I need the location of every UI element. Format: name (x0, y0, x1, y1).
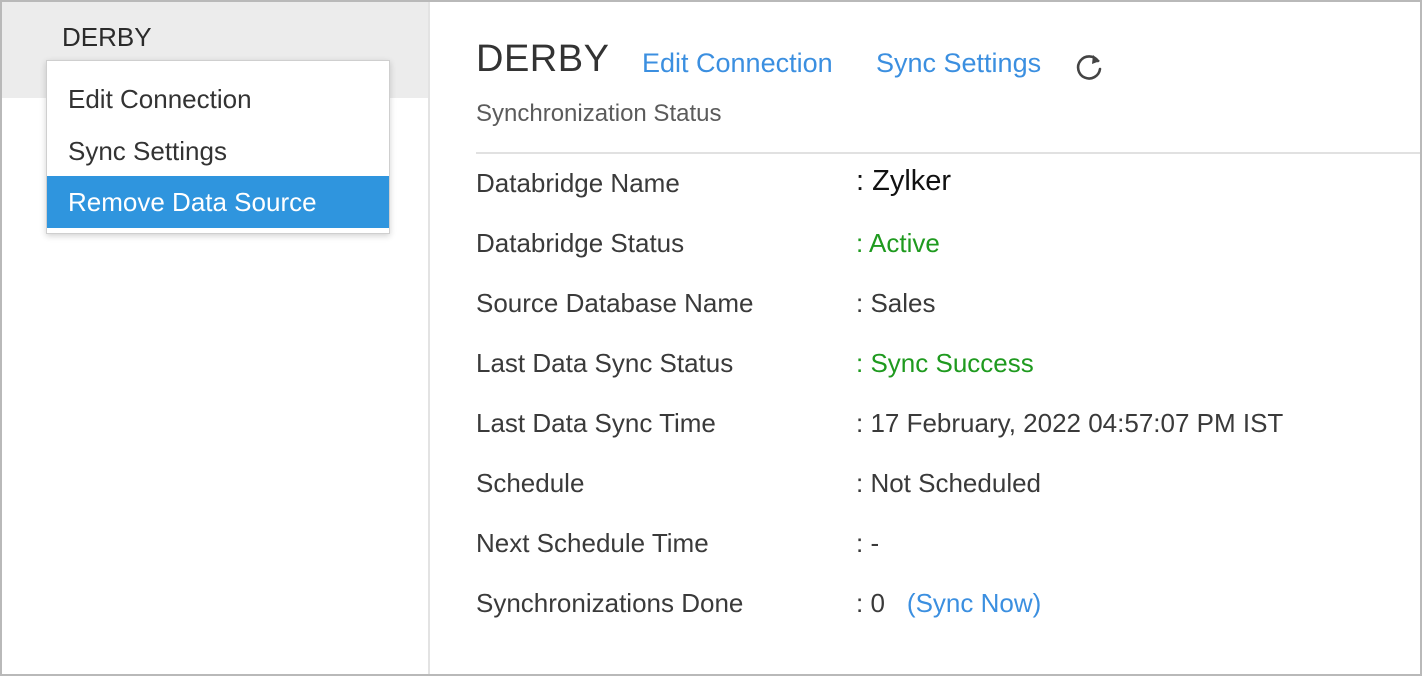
detail-label: Source Database Name (476, 288, 754, 318)
detail-value: : 0 (856, 588, 885, 618)
sync-settings-link[interactable]: Sync Settings (876, 48, 1041, 79)
detail-label: Databridge Status (476, 228, 685, 258)
menu-item-sync-settings[interactable]: Sync Settings (47, 125, 389, 177)
main-panel: DERBY Edit Connection Sync Settings Sync… (430, 2, 1420, 674)
section-subtitle: Synchronization Status (476, 100, 722, 127)
menu-item-edit-connection[interactable]: Edit Connection (47, 73, 389, 125)
detail-label: Last Data Sync Time (476, 408, 716, 438)
detail-row-last-sync-time: Last Data Sync Time : 17 February, 2022 … (476, 408, 1406, 448)
sidebar-title: DERBY (62, 22, 152, 52)
detail-value: : Zylker (856, 165, 952, 197)
detail-row-last-sync-status: Last Data Sync Status : Sync Success (476, 348, 1406, 388)
detail-row-synchronizations-done: Synchronizations Done : 0 (Sync Now) (476, 588, 1406, 628)
edit-connection-link[interactable]: Edit Connection (642, 48, 833, 79)
refresh-icon[interactable] (1072, 50, 1106, 84)
detail-label: Databridge Name (476, 168, 680, 198)
detail-value: : Sales (856, 288, 936, 318)
detail-row-schedule: Schedule : Not Scheduled (476, 468, 1406, 508)
divider (476, 152, 1420, 154)
detail-value: : 17 February, 2022 04:57:07 PM IST (856, 408, 1284, 438)
status-value: : Active (856, 228, 940, 258)
menu-item-remove-data-source[interactable]: Remove Data Source (47, 176, 389, 228)
context-menu: Edit Connection Sync Settings Remove Dat… (46, 60, 390, 234)
detail-row-next-schedule-time: Next Schedule Time : - (476, 528, 1406, 568)
detail-value-wrap: : 0 (Sync Now) (856, 588, 1041, 619)
status-value: : Sync Success (856, 348, 1034, 378)
page-title: DERBY (476, 38, 610, 80)
detail-row-databridge-name: Databridge Name : Zylker (476, 165, 1406, 208)
detail-row-source-database: Source Database Name : Sales (476, 288, 1406, 328)
detail-value: : - (856, 528, 880, 558)
detail-label: Synchronizations Done (476, 588, 744, 618)
app-window: DERBY Edit Connection Sync Settings Remo… (0, 0, 1422, 676)
detail-label: Schedule (476, 468, 585, 498)
sidebar: DERBY Edit Connection Sync Settings Remo… (2, 2, 430, 674)
detail-value: : Not Scheduled (856, 468, 1042, 498)
detail-label: Next Schedule Time (476, 528, 709, 558)
sync-now-link[interactable]: (Sync Now) (907, 588, 1041, 618)
detail-row-databridge-status: Databridge Status : Active (476, 228, 1406, 268)
detail-label: Last Data Sync Status (476, 348, 734, 378)
